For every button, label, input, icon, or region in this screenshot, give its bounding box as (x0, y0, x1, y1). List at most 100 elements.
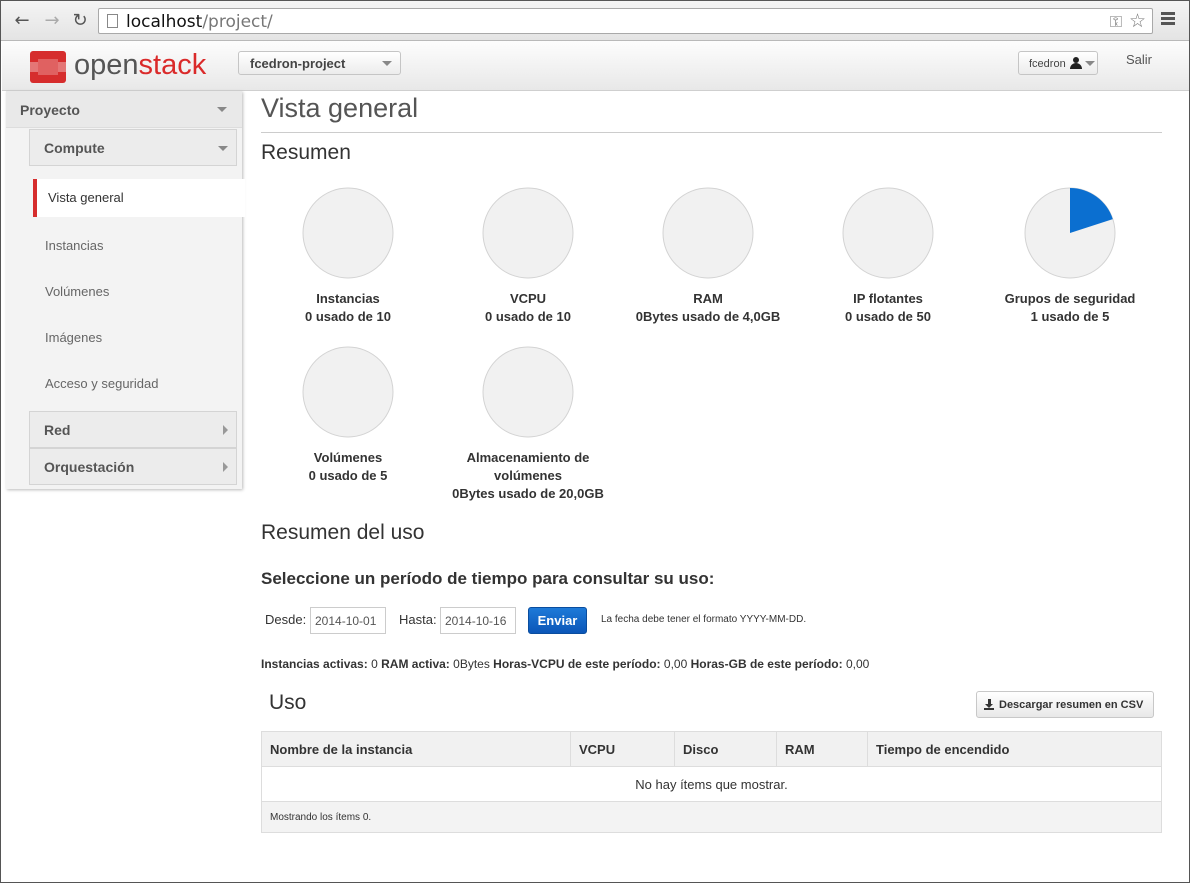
quota-value: 1 usado de 5 (1030, 309, 1110, 324)
date-format-help: La fecha debe tener el formato YYYY-MM-D… (601, 614, 807, 625)
forward-arrow-icon[interactable]: → (41, 11, 63, 31)
quota-value: 0 usado de 50 (845, 309, 931, 324)
column-header-ram[interactable]: RAM (776, 731, 868, 767)
column-header-disk[interactable]: Disco (674, 731, 777, 767)
app-header: openstack fcedron-project fcedron Salir (2, 41, 1189, 91)
sidebar-panel-red[interactable]: Red (29, 411, 237, 448)
page-icon (107, 14, 118, 28)
quota-pie-volumenes: Volúmenes 0 usado de 5 (258, 345, 438, 485)
quota-value: 0 usado de 5 (308, 468, 388, 483)
usage-table: Nombre de la instancia VCPU Disco RAM Ti… (261, 731, 1162, 833)
pie-background (302, 346, 394, 438)
sidebar-item-vista-general[interactable]: Vista general (33, 179, 245, 217)
pie-background (302, 187, 394, 279)
pie-background (842, 187, 934, 279)
quota-pie-ram: RAM 0Bytes usado de 4,0GB (618, 186, 798, 326)
sidebar: Proyecto Compute Vista general Instancia… (6, 91, 245, 489)
summary-heading: Resumen (261, 141, 351, 164)
chevron-down-icon (218, 146, 228, 151)
quota-name: Volúmenes (313, 450, 383, 465)
table-row: No hay ítems que mostrar. (261, 766, 1162, 802)
start-date-input[interactable] (310, 607, 386, 634)
period-heading: Seleccione un período de tiempo para con… (261, 569, 715, 588)
usage-heading: Uso (269, 691, 307, 714)
quota-pie-grupos-de-seguridad: Grupos de seguridad 1 usado de 5 (980, 186, 1160, 326)
project-selector[interactable]: fcedron-project (238, 51, 401, 75)
quota-value: 0Bytes usado de 20,0GB (452, 486, 604, 501)
usage-stats: Instancias activas: 0 RAM activa: 0Bytes… (261, 657, 869, 671)
reload-icon[interactable]: ↻ (69, 11, 91, 31)
sidebar-item-volumenes[interactable]: Volúmenes (45, 284, 109, 299)
url-text: localhost/project/ (126, 12, 273, 32)
column-header-vcpu[interactable]: VCPU (570, 731, 675, 767)
table-footer-row: Mostrando los ítems 0. (261, 801, 1162, 833)
active-ram-value: 0Bytes (453, 657, 490, 671)
pie-chart (302, 346, 394, 438)
quota-pie-vcpu: VCPU 0 usado de 10 (438, 186, 618, 326)
gb-hours-value: 0,00 (845, 657, 870, 671)
browser-window: ← → ↻ localhost/project/ ⚿ ☆ openstack f… (0, 0, 1190, 883)
address-bar[interactable]: localhost/project/ ⚿ ☆ (98, 8, 1153, 34)
pie-chart (662, 187, 754, 279)
user-menu[interactable]: fcedron (1018, 51, 1098, 75)
key-icon[interactable]: ⚿ (1110, 12, 1122, 32)
pie-background (482, 346, 574, 438)
column-header-uptime[interactable]: Tiempo de encendido (867, 731, 1162, 767)
pie-background (482, 187, 574, 279)
pie-chart (482, 187, 574, 279)
quota-name: RAM (693, 291, 723, 306)
quota-pie-almacenamiento-de-volumenes: Almacenamiento de volúmenes 0Bytes usado … (438, 345, 618, 503)
sidebar-panel-compute[interactable]: Compute (29, 129, 237, 166)
quota-name: VCPU (509, 291, 547, 306)
submit-button[interactable]: Enviar (528, 607, 587, 634)
logout-link[interactable]: Salir (1126, 52, 1152, 67)
page-title: Vista general (261, 93, 419, 123)
bookmark-star-icon[interactable]: ☆ (1129, 10, 1146, 32)
to-label: Hasta: (399, 612, 437, 627)
table-header-row: Nombre de la instancia VCPU Disco RAM Ti… (261, 731, 1162, 767)
quota-value: 0 usado de 10 (305, 309, 391, 324)
chevron-down-icon (1085, 61, 1095, 66)
chevron-down-icon (217, 107, 227, 112)
column-header-instance-name[interactable]: Nombre de la instancia (261, 731, 571, 767)
sidebar-panel-orquestacion[interactable]: Orquestación (29, 448, 237, 485)
empty-table-message: No hay ítems que mostrar. (261, 766, 1162, 802)
gb-hours-label: Horas-GB de este período: (690, 657, 843, 671)
usage-summary-heading: Resumen del uso (261, 521, 425, 544)
vcpu-hours-value: 0,00 (663, 657, 688, 671)
user-icon (1070, 57, 1082, 69)
quota-name: Instancias (316, 291, 380, 306)
quota-value: 0 usado de 10 (485, 309, 571, 324)
download-icon (984, 699, 994, 710)
active-ram-label: RAM activa: (381, 657, 450, 671)
download-csv-button[interactable]: Descargar resumen en CSV (976, 691, 1154, 718)
chevron-down-icon (382, 61, 392, 66)
quota-name: Grupos de seguridad (1004, 291, 1136, 306)
chevron-right-icon (223, 425, 228, 435)
sidebar-item-acceso-seguridad[interactable]: Acceso y seguridad (45, 376, 158, 391)
quota-pie-instancias: Instancias 0 usado de 10 (258, 186, 438, 326)
pie-chart (302, 187, 394, 279)
pie-background (662, 187, 754, 279)
title-divider (261, 132, 1162, 133)
table-footer-count: Mostrando los ítems 0. (261, 801, 1162, 833)
quota-value: 0Bytes usado de 4,0GB (635, 309, 781, 324)
sidebar-item-imagenes[interactable]: Imágenes (45, 330, 102, 345)
back-arrow-icon[interactable]: ← (11, 11, 33, 31)
download-csv-label: Descargar resumen en CSV (999, 698, 1144, 711)
browser-toolbar: ← → ↻ localhost/project/ ⚿ ☆ (1, 1, 1189, 41)
end-date-input[interactable] (440, 607, 516, 634)
sidebar-dashboard-proyecto[interactable]: Proyecto (6, 91, 242, 128)
pie-chart (842, 187, 934, 279)
pie-chart (482, 346, 574, 438)
quota-pie-ip-flotantes: IP flotantes 0 usado de 50 (798, 186, 978, 326)
browser-menu-icon[interactable] (1161, 12, 1177, 30)
active-instances-value: 0 (371, 657, 378, 671)
from-label: Desde: (265, 612, 307, 627)
quota-name: Almacenamiento de volúmenes (466, 450, 590, 483)
date-range-form: Desde: Hasta: Enviar La fecha debe tener… (261, 606, 1161, 636)
vcpu-hours-label: Horas-VCPU de este período: (493, 657, 661, 671)
sidebar-item-instancias[interactable]: Instancias (45, 238, 104, 253)
chevron-right-icon (223, 462, 228, 472)
pie-chart (1024, 187, 1116, 279)
